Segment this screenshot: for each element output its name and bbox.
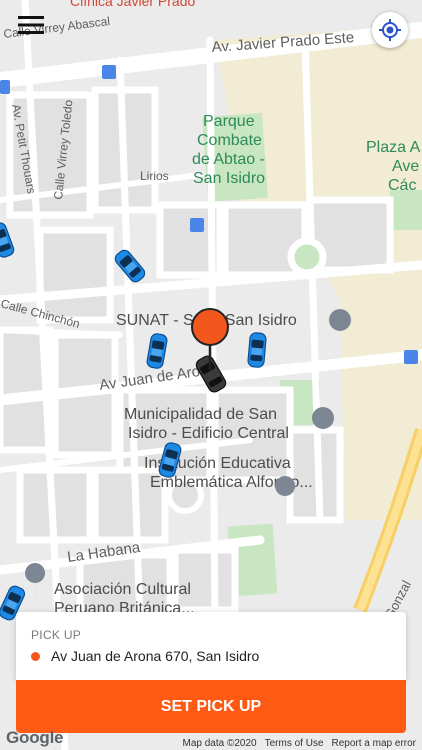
- street-label-lirios: Lirios: [140, 169, 169, 183]
- pickup-card[interactable]: PICK UP Av Juan de Arona 670, San Isidro: [16, 612, 406, 680]
- menu-button[interactable]: [14, 12, 48, 38]
- bus-stop-icon: [0, 80, 10, 94]
- set-pickup-button[interactable]: SET PICK UP: [16, 680, 406, 733]
- map-attribution: Map data ©2020 Terms of Use Report a map…: [183, 738, 416, 749]
- municipality-label-line2: Isidro - Edificio Central: [128, 425, 289, 442]
- report-map-error-link[interactable]: Report a map error: [332, 738, 416, 749]
- plaza-label-line2: Ave: [392, 158, 419, 175]
- government-poi-icon: [312, 407, 334, 429]
- municipality-label-line1: Municipalidad de San: [124, 406, 277, 423]
- park-label-line2: Combate: [197, 132, 262, 149]
- government-poi-icon: [329, 309, 351, 331]
- map-data-text: Map data ©2020: [182, 738, 257, 749]
- park-label-line3: de Abtao -: [192, 151, 265, 168]
- hamburger-menu-icon: [18, 16, 44, 34]
- terms-of-use-link[interactable]: Terms of Use: [265, 738, 324, 749]
- my-location-icon: [379, 19, 401, 41]
- bus-stop-icon: [102, 65, 116, 79]
- pickup-address[interactable]: Av Juan de Arona 670, San Isidro: [51, 648, 259, 664]
- my-location-button[interactable]: [372, 12, 408, 48]
- plaza-label-line3: Các: [388, 177, 416, 194]
- plaza-label-line1: Plaza A: [366, 139, 421, 156]
- bus-stop-icon: [404, 350, 418, 364]
- pickup-label: PICK UP: [31, 628, 82, 642]
- bus-stop-icon: [190, 218, 204, 232]
- park-label-line4: San Isidro: [193, 170, 265, 187]
- park-label-line1: Parque: [203, 113, 255, 130]
- asociacion-label-line1: Asociación Cultural: [54, 581, 191, 598]
- top-clinic-label: Clínica Javier Prado: [70, 0, 195, 9]
- pickup-dot-icon: [31, 652, 40, 661]
- taxi-car-icon: [246, 331, 268, 369]
- google-logo: Google: [6, 728, 64, 747]
